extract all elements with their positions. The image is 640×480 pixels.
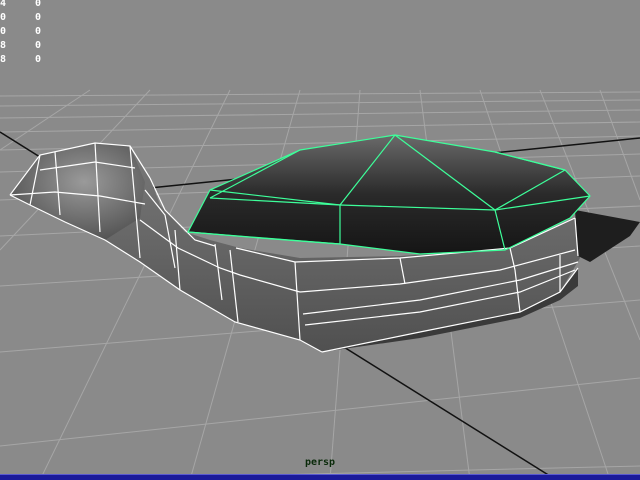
persp-viewport[interactable]: 4 0 0 0 0 0 8 0 8 0 persp <box>0 0 640 480</box>
camera-name-label: persp <box>304 457 336 468</box>
hud-value: 0 <box>35 54 42 65</box>
active-panel-border <box>0 474 640 480</box>
hud-row: 8 0 <box>0 50 60 70</box>
poly-count-hud: 4 0 0 0 0 0 8 0 8 0 <box>0 0 60 70</box>
scene-canvas[interactable] <box>0 0 640 480</box>
hud-value: 8 <box>0 54 7 65</box>
